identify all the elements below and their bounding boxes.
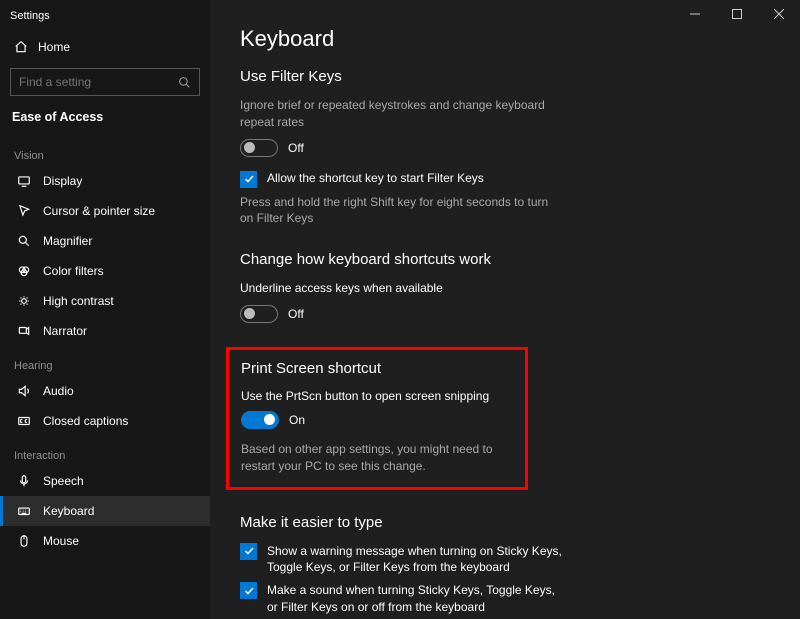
sidebar-item-audio[interactable]: Audio [0,376,210,406]
sidebar-item-label: Keyboard [43,504,94,518]
page-title: Keyboard [240,26,780,52]
sidebar-home[interactable]: Home [0,32,210,62]
minimize-button[interactable] [674,0,716,28]
sidebar-item-label: Color filters [43,264,104,278]
section-filter-keys: Use Filter Keys Ignore brief or repeated… [240,68,780,227]
prtscn-desc: Use the PrtScn button to open screen sni… [241,389,513,403]
easier-check2: Make a sound when turning Sticky Keys, T… [267,582,567,616]
filter-desc: Ignore brief or repeated keystrokes and … [240,97,550,131]
sidebar-item-label: Audio [43,384,74,398]
sidebar-item-label: High contrast [43,294,114,308]
filter-check-desc: Press and hold the right Shift key for e… [240,194,550,228]
sidebar-item-label: Magnifier [43,234,92,248]
mouse-icon [17,534,31,548]
underline-access-toggle[interactable] [240,305,278,323]
home-icon [14,40,28,54]
prtscn-toggle-state: On [289,413,305,427]
closedcaptions-icon [17,414,31,428]
sidebar-item-label: Closed captions [43,414,128,428]
window-controls [674,0,800,28]
colorfilters-icon [17,264,31,278]
section-shortcuts: Change how keyboard shortcuts work Under… [240,251,780,323]
close-button[interactable] [758,0,800,28]
section-easier-type: Make it easier to type Show a warning me… [240,514,780,619]
easier-check1: Show a warning message when turning on S… [267,543,567,577]
display-icon [17,174,31,188]
search-input[interactable] [10,68,200,96]
category-title: Ease of Access [0,104,210,136]
filter-check-label: Allow the shortcut key to start Filter K… [267,171,484,185]
prtscn-note: Based on other app settings, you might n… [241,441,513,475]
filter-toggle-state: Off [288,141,304,155]
prtscn-toggle[interactable] [241,411,279,429]
search-icon [178,76,191,89]
prtscn-heading: Print Screen shortcut [241,360,513,377]
speech-icon [17,474,31,488]
app-title: Settings [0,8,210,32]
sidebar-item-highcontrast[interactable]: High contrast [0,286,210,316]
sidebar-item-label: Display [43,174,82,188]
keyboard-icon [17,504,31,518]
maximize-button[interactable] [716,0,758,28]
filter-keys-toggle[interactable] [240,139,278,157]
sound-checkbox[interactable] [240,582,257,599]
sidebar-item-narrator[interactable]: Narrator [0,316,210,346]
sidebar-item-keyboard[interactable]: Keyboard [0,496,210,526]
sidebar-item-mouse[interactable]: Mouse [0,526,210,556]
search-field[interactable] [19,75,178,89]
sidebar-item-label: Mouse [43,534,79,548]
shortcuts-heading: Change how keyboard shortcuts work [240,251,780,268]
warning-checkbox[interactable] [240,543,257,560]
group-label-interaction: Interaction [0,436,210,466]
sidebar-item-magnifier[interactable]: Magnifier [0,226,210,256]
sidebar: Settings Home Ease of Access Vision Disp… [0,0,210,619]
home-label: Home [38,40,70,54]
sidebar-item-closedcaptions[interactable]: Closed captions [0,406,210,436]
shortcuts-desc: Underline access keys when available [240,280,550,297]
sidebar-item-display[interactable]: Display [0,166,210,196]
magnifier-icon [17,234,31,248]
highcontrast-icon [17,294,31,308]
narrator-icon [17,324,31,338]
sidebar-item-speech[interactable]: Speech [0,466,210,496]
sidebar-item-label: Narrator [43,324,87,338]
easier-heading: Make it easier to type [240,514,780,531]
filter-shortcut-checkbox[interactable] [240,171,257,188]
group-label-hearing: Hearing [0,346,210,376]
sidebar-item-label: Cursor & pointer size [43,204,155,218]
main-content: Keyboard Use Filter Keys Ignore brief or… [210,0,800,619]
sidebar-item-colorfilters[interactable]: Color filters [0,256,210,286]
shortcuts-toggle-state: Off [288,307,304,321]
sidebar-item-cursor[interactable]: Cursor & pointer size [0,196,210,226]
audio-icon [17,384,31,398]
group-label-vision: Vision [0,136,210,166]
section-prtscn-highlight: Print Screen shortcut Use the PrtScn but… [226,347,528,490]
filter-heading: Use Filter Keys [240,68,780,85]
sidebar-item-label: Speech [43,474,84,488]
cursor-icon [17,204,31,218]
